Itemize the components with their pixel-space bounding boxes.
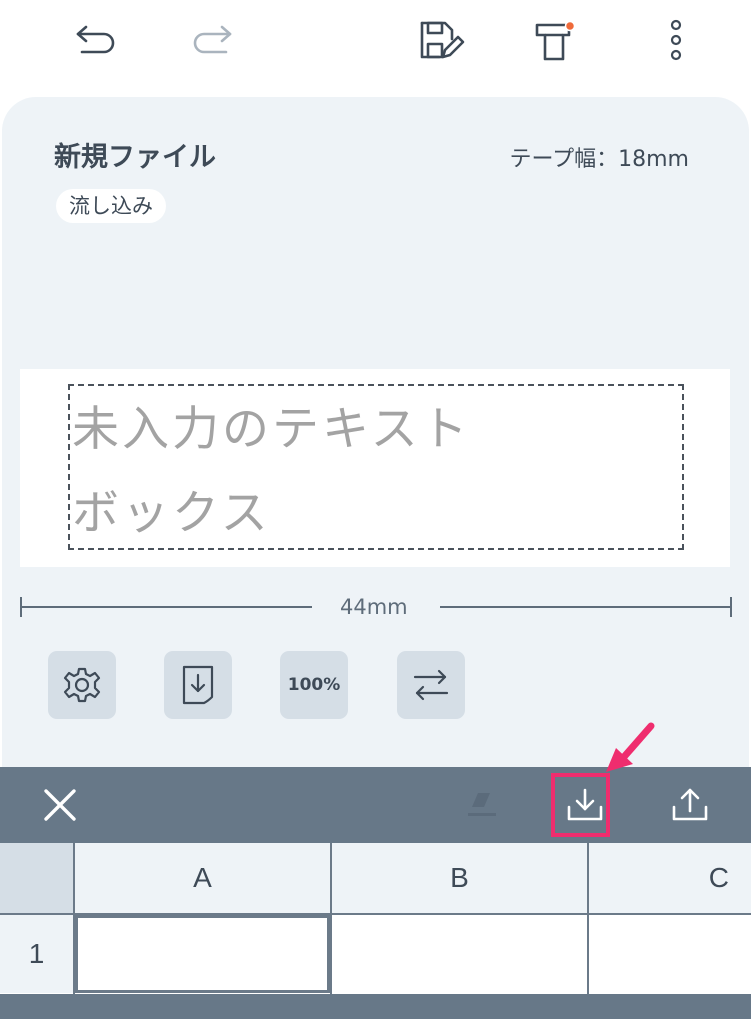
text-box-line-2: ボックス bbox=[72, 486, 271, 541]
file-title: 新規ファイル bbox=[54, 142, 216, 173]
top-toolbar bbox=[0, 0, 751, 90]
ruler-right-cap bbox=[730, 597, 732, 617]
callout-arrow-icon bbox=[606, 722, 655, 772]
label-print-icon[interactable] bbox=[532, 16, 582, 66]
settings-button[interactable] bbox=[48, 651, 116, 719]
grid-line bbox=[330, 843, 332, 994]
length-ruler: 44mm bbox=[20, 595, 732, 619]
swap-arrows-icon bbox=[413, 669, 449, 701]
sheet-corner[interactable] bbox=[0, 843, 73, 913]
zoom-button[interactable]: 100% bbox=[280, 651, 348, 719]
import-button[interactable] bbox=[164, 651, 232, 719]
text-box[interactable]: 未入力のテキスト ボックス bbox=[68, 384, 684, 550]
cell-c1[interactable] bbox=[589, 915, 751, 993]
close-icon[interactable] bbox=[30, 775, 90, 835]
document-download-icon bbox=[182, 665, 214, 705]
text-box-line-1: 未入力のテキスト bbox=[72, 402, 471, 457]
label-editor-panel: 新規ファイル テープ幅：18mm 流し込み 未入力のテキスト ボックス 44mm… bbox=[2, 97, 749, 767]
zoom-label: 100% bbox=[287, 675, 341, 695]
cell-a1[interactable] bbox=[75, 915, 330, 993]
redo-icon[interactable] bbox=[187, 16, 237, 66]
sheet-footer-bar bbox=[0, 994, 751, 1019]
column-header-c[interactable]: C bbox=[589, 843, 751, 913]
cell-b1[interactable] bbox=[332, 915, 587, 993]
spreadsheet: A B C 1 bbox=[0, 843, 751, 1019]
more-options-icon[interactable] bbox=[651, 16, 701, 66]
tape-width-label[interactable]: テープ幅：18mm bbox=[509, 141, 689, 173]
row-header-1[interactable]: 1 bbox=[0, 915, 73, 993]
grid-line bbox=[73, 843, 75, 994]
save-edit-icon[interactable] bbox=[416, 16, 466, 66]
gear-icon bbox=[63, 667, 101, 703]
column-header-b[interactable]: B bbox=[332, 843, 587, 913]
grid-line bbox=[587, 843, 589, 994]
undo-icon[interactable] bbox=[71, 16, 121, 66]
length-label: 44mm bbox=[340, 595, 408, 619]
label-canvas[interactable]: 未入力のテキスト ボックス bbox=[20, 369, 730, 567]
upload-icon[interactable] bbox=[660, 775, 720, 835]
direction-button[interactable] bbox=[397, 651, 465, 719]
column-header-a[interactable]: A bbox=[75, 843, 330, 913]
ruler-right-line bbox=[440, 606, 732, 608]
ruler-left-line bbox=[20, 606, 312, 608]
grid-line bbox=[0, 913, 751, 915]
flow-badge: 流し込み bbox=[56, 189, 166, 223]
eraser-icon bbox=[452, 775, 512, 835]
